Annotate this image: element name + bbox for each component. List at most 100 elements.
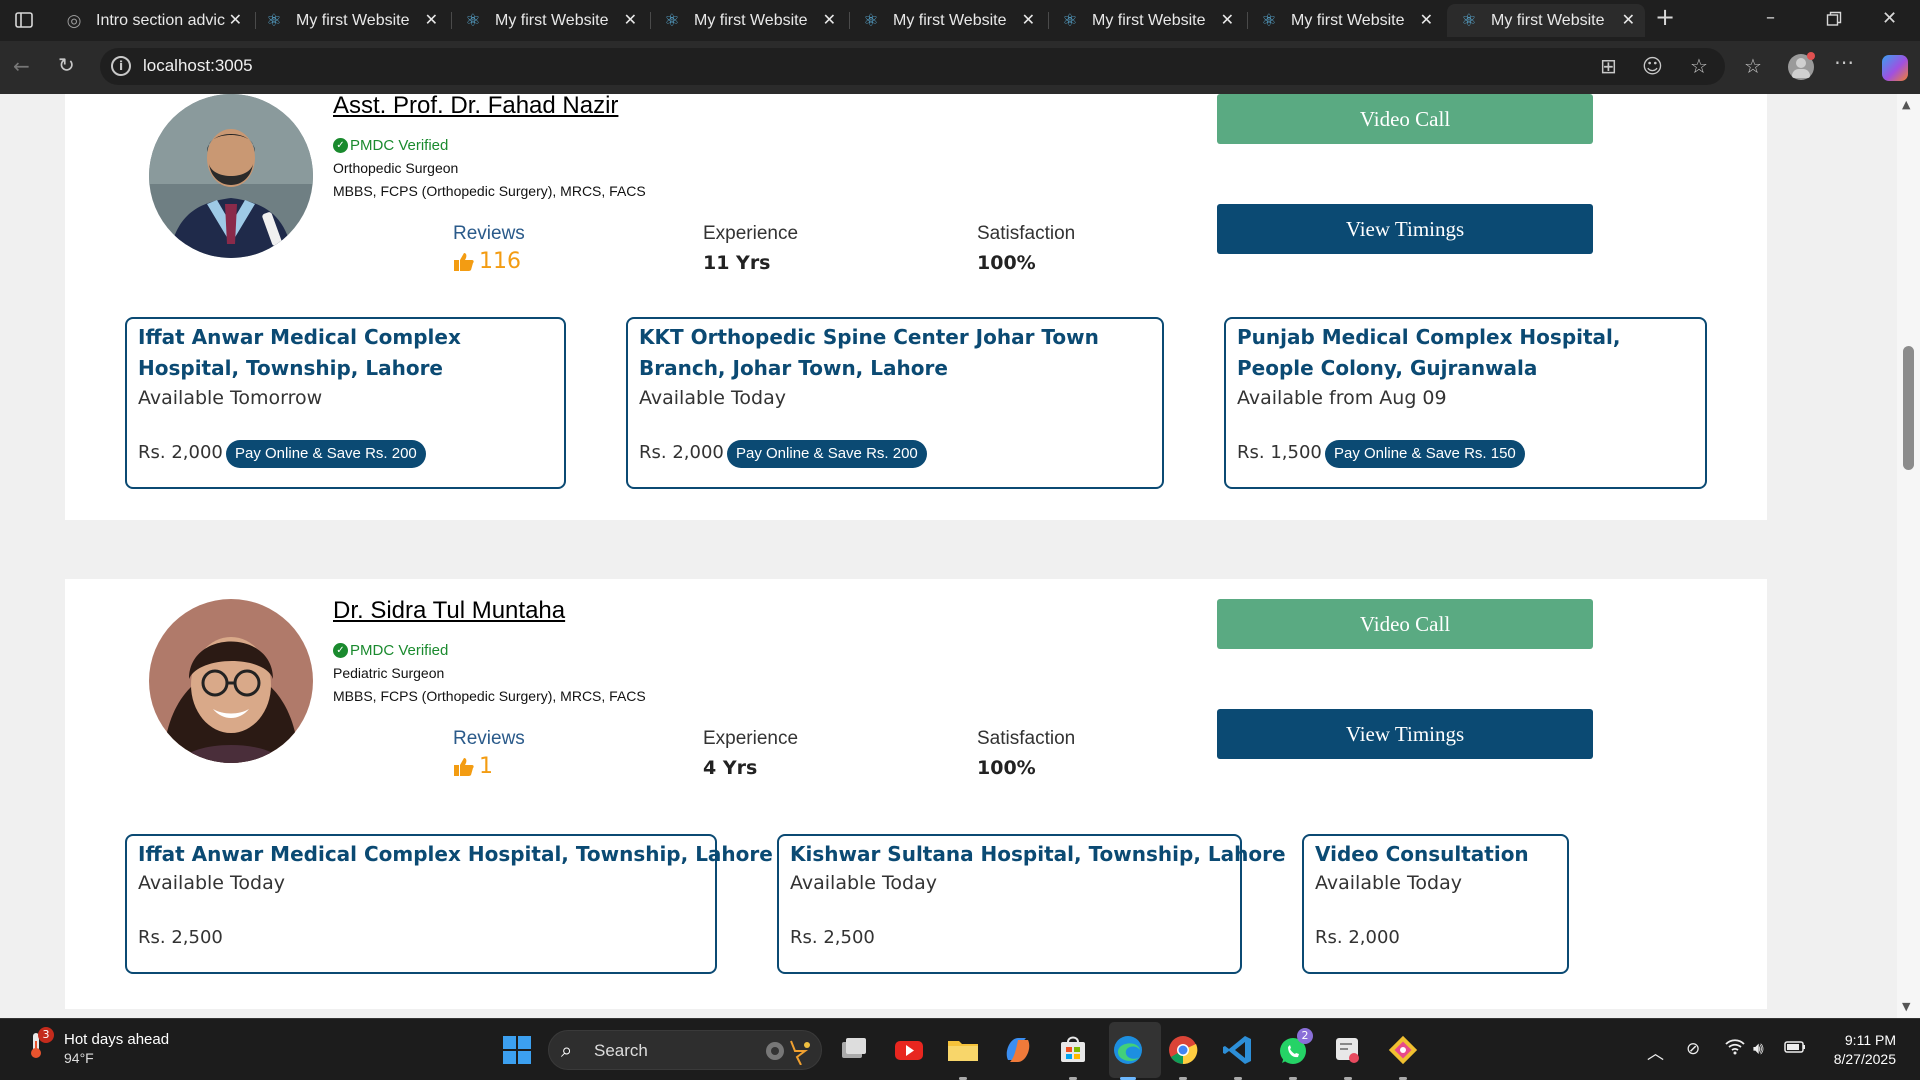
generic-page-icon: ◎ — [66, 10, 82, 31]
satisfaction-value: 100% — [977, 757, 1036, 779]
verified-label: PMDC Verified — [350, 137, 449, 154]
hospital-name[interactable]: Punjab Medical Complex Hospital, People … — [1237, 322, 1687, 384]
hospital-location-card[interactable]: Punjab Medical Complex Hospital, People … — [1224, 317, 1707, 489]
hospital-location-card[interactable]: Iffat Anwar Medical Complex Hospital, To… — [125, 834, 773, 974]
hospital-location-card[interactable]: Kishwar Sultana Hospital, Township, Laho… — [777, 834, 1286, 974]
vertical-scrollbar[interactable]: ▲ ▼ — [1897, 94, 1920, 1018]
address-bar[interactable]: i localhost:3005 ⊞ ☺ ☆ — [100, 48, 1725, 85]
app-available-icon[interactable]: ⊞ — [1600, 55, 1617, 77]
snipping-tool-icon[interactable] — [1330, 1032, 1366, 1080]
scroll-down-arrow-icon[interactable]: ▼ — [1902, 1000, 1910, 1013]
browser-tab[interactable]: ⚛ My first Website ✕ — [849, 4, 1045, 37]
fee-text: Rs. 2,000 — [138, 442, 223, 463]
scroll-thumb[interactable] — [1903, 346, 1914, 470]
scroll-up-arrow-icon[interactable]: ▲ — [1902, 98, 1910, 111]
browser-tab-active[interactable]: ⚛ My first Website ✕ — [1447, 4, 1645, 37]
git-tool-icon[interactable] — [1385, 1032, 1421, 1080]
minimize-icon[interactable]: – — [1766, 8, 1775, 28]
profile-avatar-icon[interactable] — [1788, 52, 1815, 80]
file-explorer-icon[interactable] — [945, 1032, 981, 1080]
close-tab-icon[interactable]: ✕ — [1420, 10, 1433, 29]
vscode-icon[interactable] — [1220, 1032, 1256, 1080]
video-call-button[interactable]: Video Call — [1217, 599, 1593, 649]
clock-time: 9:11 PM — [1844, 1032, 1896, 1048]
availability-text: Available Today — [1315, 872, 1462, 894]
hospital-location-card[interactable]: KKT Orthopedic Spine Center Johar Town B… — [626, 317, 1164, 489]
browser-tab[interactable]: ⚛ My first Website ✕ — [1247, 4, 1443, 37]
tab-title: My first Website — [296, 11, 410, 29]
weather-alert-badge: 3 — [38, 1027, 54, 1043]
close-window-icon[interactable]: ✕ — [1882, 9, 1897, 29]
reviews-label: Reviews — [453, 728, 525, 749]
hospital-name[interactable]: Kishwar Sultana Hospital, Township, Laho… — [790, 839, 1286, 870]
whatsapp-icon[interactable]: 2 — [1275, 1028, 1313, 1080]
whatsapp-badge: 2 — [1297, 1028, 1313, 1044]
browser-toolbar: ← ↻ i localhost:3005 ⊞ ☺ ☆ ☆ ⋯ — [0, 41, 1920, 94]
taskbar-search[interactable]: ⌕ Search — [548, 1030, 822, 1070]
close-tab-icon[interactable]: ✕ — [229, 10, 242, 29]
network-disconnected-icon[interactable]: ⊘ — [1686, 1039, 1700, 1059]
doctor-name-link[interactable]: Asst. Prof. Dr. Fahad Nazir — [333, 94, 618, 120]
microsoft-store-icon[interactable] — [1055, 1032, 1091, 1080]
close-tab-icon[interactable]: ✕ — [823, 10, 836, 29]
close-tab-icon[interactable]: ✕ — [425, 10, 438, 29]
tab-title: My first Website — [893, 11, 1007, 29]
doctor-card: Dr. Sidra Tul Muntaha ✓ PMDC Verified Pe… — [65, 579, 1767, 1009]
close-tab-icon[interactable]: ✕ — [1622, 10, 1635, 29]
windows-start-icon[interactable] — [499, 1032, 535, 1068]
browser-tab[interactable]: ◎ Intro section advic ✕ — [52, 4, 252, 37]
close-tab-icon[interactable]: ✕ — [1221, 10, 1234, 29]
sidebar-toggle-icon[interactable] — [14, 10, 34, 35]
hospital-location-card[interactable]: Iffat Anwar Medical Complex Hospital, To… — [125, 317, 566, 489]
experience-value: 11 Yrs — [703, 252, 771, 274]
tab-title: My first Website — [694, 11, 808, 29]
wifi-icon[interactable] — [1725, 1039, 1745, 1060]
volume-icon[interactable]: 🔊︎ — [1753, 1039, 1764, 1059]
browser-tab[interactable]: ⚛ My first Website ✕ — [252, 4, 448, 37]
hospital-name[interactable]: Iffat Anwar Medical Complex Hospital, To… — [138, 839, 773, 870]
battery-icon[interactable] — [1784, 1039, 1806, 1059]
back-arrow-icon[interactable]: ← — [13, 55, 30, 77]
task-view-icon[interactable] — [836, 1032, 872, 1068]
pay-online-badge: Pay Online & Save Rs. 150 — [1325, 440, 1525, 468]
edge-browser-icon[interactable] — [1110, 1032, 1146, 1080]
hospital-name[interactable]: KKT Orthopedic Spine Center Johar Town B… — [639, 322, 1139, 384]
copilot-app-icon[interactable] — [1000, 1032, 1036, 1068]
more-menu-icon[interactable]: ⋯ — [1834, 51, 1854, 73]
hospital-location-card[interactable]: Video Consultation Available Today Rs. 2… — [1302, 834, 1569, 974]
copilot-icon[interactable] — [1882, 55, 1908, 81]
reload-icon[interactable]: ↻ — [58, 54, 75, 76]
video-call-button[interactable]: Video Call — [1217, 94, 1593, 144]
favorites-icon[interactable]: ☆ — [1744, 55, 1762, 77]
pmdc-verified-badge: ✓ PMDC Verified — [333, 642, 448, 659]
system-clock[interactable]: 9:11 PM 8/27/2025 — [1834, 1031, 1896, 1069]
browser-tab[interactable]: ⚛ My first Website ✕ — [1048, 4, 1244, 37]
fee-text: Rs. 2,500 — [138, 927, 223, 948]
restore-icon[interactable] — [1826, 11, 1842, 32]
experience-label: Experience — [703, 728, 799, 749]
url-text[interactable]: localhost:3005 — [143, 56, 253, 76]
site-info-icon[interactable]: i — [111, 56, 131, 76]
doctor-name-link[interactable]: Dr. Sidra Tul Muntaha — [333, 597, 565, 625]
view-timings-button[interactable]: View Timings — [1217, 204, 1593, 254]
hospital-name[interactable]: Iffat Anwar Medical Complex Hospital, To… — [138, 322, 548, 384]
close-tab-icon[interactable]: ✕ — [1022, 10, 1035, 29]
browser-tab[interactable]: ⚛ My first Website ✕ — [451, 4, 647, 37]
favorite-star-icon[interactable]: ☆ — [1690, 55, 1708, 77]
thumbs-up-icon — [454, 252, 474, 271]
fee-text: Rs. 2,000 — [1315, 927, 1400, 948]
fee-text: Rs. 1,500 — [1237, 442, 1322, 463]
browser-essentials-icon[interactable]: ☺ — [1642, 55, 1663, 77]
view-timings-button[interactable]: View Timings — [1217, 709, 1593, 759]
new-tab-icon[interactable]: + — [1655, 5, 1675, 29]
chrome-icon[interactable] — [1165, 1032, 1201, 1080]
close-tab-icon[interactable]: ✕ — [624, 10, 637, 29]
browser-tab-bar: ◎ Intro section advic ✕ ⚛ My first Websi… — [0, 0, 1920, 41]
browser-tab[interactable]: ⚛ My first Website ✕ — [650, 4, 846, 37]
doctor-qualifications: MBBS, FCPS (Orthopedic Surgery), MRCS, F… — [333, 688, 646, 704]
hospital-name[interactable]: Video Consultation — [1315, 839, 1565, 870]
youtube-icon[interactable] — [891, 1032, 927, 1068]
reviews-value: 116 — [479, 249, 521, 274]
search-highlight-icon — [766, 1040, 810, 1065]
show-hidden-icons-chevron-icon[interactable]: ︿ — [1647, 1039, 1664, 1064]
